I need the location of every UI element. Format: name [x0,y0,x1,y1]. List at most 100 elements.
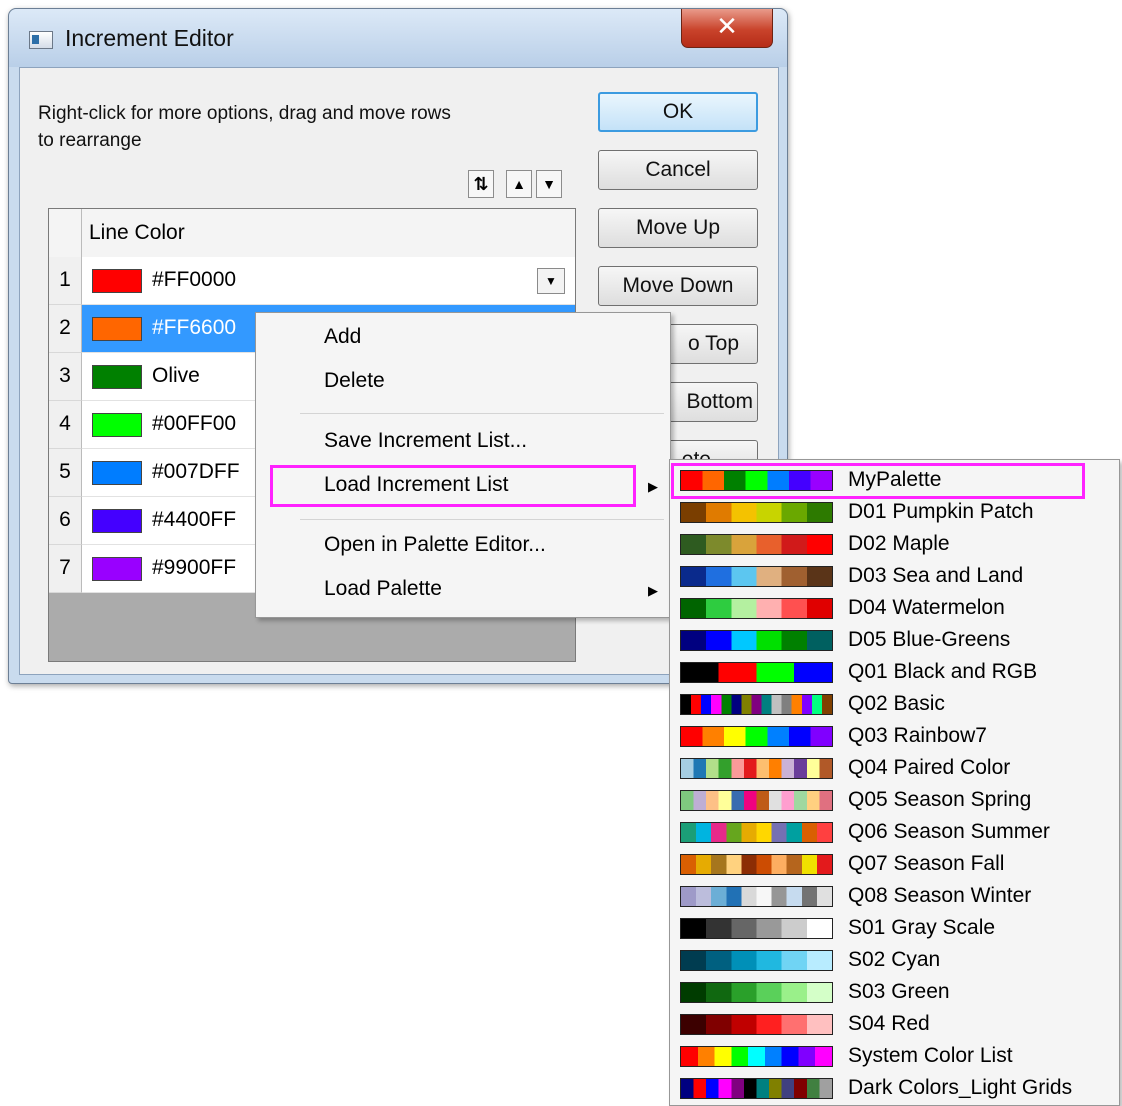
palette-item[interactable]: Q03 Rainbow7 [670,721,1119,753]
title-bar[interactable]: Increment Editor ✕ [9,9,787,67]
palette-item[interactable]: S02 Cyan [670,945,1119,977]
color-swatch [92,317,142,341]
palette-swatch [680,918,833,939]
palette-label: D01 Pumpkin Patch [848,500,1034,523]
palette-item[interactable]: S03 Green [670,977,1119,1009]
color-cell[interactable]: #FF0000 ▼ [82,257,575,305]
palette-item[interactable]: Q04 Paired Color [670,753,1119,785]
row-up-icon[interactable]: ▲ [506,170,532,198]
menu-item-open-in-palette-editor[interactable]: Open in Palette Editor... [324,533,546,557]
row-number[interactable]: 3 [49,353,82,401]
color-value: #9900FF [152,556,237,579]
move-down-button[interactable]: Move Down [598,266,758,306]
ok-button[interactable]: OK [598,92,758,132]
palette-item[interactable]: Q05 Season Spring [670,785,1119,817]
row-down-icon[interactable]: ▼ [536,170,562,198]
palette-label: S02 Cyan [848,948,941,971]
palette-swatch [680,886,833,907]
palette-swatch [680,758,833,779]
palette-swatch [680,726,833,747]
palette-swatch [680,1014,833,1035]
mypalette-highlight [671,463,1085,499]
color-value: #FF6600 [152,316,237,339]
palette-swatch [680,566,833,587]
color-value: Olive [152,364,200,387]
palette-swatch [680,854,833,875]
row-number[interactable]: 2 [49,305,82,353]
app-window-icon [29,31,53,49]
palette-item[interactable]: Q02 Basic [670,689,1119,721]
palette-swatch [680,790,833,811]
color-value: #00FF00 [152,412,237,435]
palette-item[interactable]: D01 Pumpkin Patch [670,497,1119,529]
row-number[interactable]: 1 [49,257,82,305]
palette-label: Q08 Season Winter [848,884,1032,907]
palette-item[interactable]: D02 Maple [670,529,1119,561]
palette-swatch [680,1046,833,1067]
window-title: Increment Editor [65,25,234,51]
palette-label: Q03 Rainbow7 [848,724,987,747]
row-number[interactable]: 4 [49,401,82,449]
palette-item[interactable]: S01 Gray Scale [670,913,1119,945]
palette-item[interactable]: Q07 Season Fall [670,849,1119,881]
palette-label: D03 Sea and Land [848,564,1024,587]
palette-label: System Color List [848,1044,1013,1067]
hint-text: Right-click for more options, drag and m… [38,103,451,151]
palette-swatch [680,822,833,843]
palette-label: D05 Blue-Greens [848,628,1011,651]
palette-item[interactable]: D03 Sea and Land [670,561,1119,593]
color-swatch [92,557,142,581]
palette-label: Q04 Paired Color [848,756,1011,779]
color-swatch [92,269,142,293]
menu-item-delete[interactable]: Delete [324,369,385,393]
color-swatch [92,461,142,485]
color-swatch [92,413,142,437]
column-header-line-color[interactable]: Line Color [89,221,185,245]
grid-corner [49,209,82,257]
palette-swatch [680,630,833,651]
color-value: #FF0000 [152,268,237,291]
palette-item[interactable]: System Color List [670,1041,1119,1073]
palette-swatch [680,982,833,1003]
palette-item[interactable]: Q01 Black and RGB [670,657,1119,689]
palette-label: D04 Watermelon [848,596,1005,619]
palette-swatch [680,950,833,971]
palette-item[interactable]: Q06 Season Summer [670,817,1119,849]
submenu-arrow-icon: ▶ [648,583,658,598]
palette-item[interactable]: D04 Watermelon [670,593,1119,625]
color-swatch [92,509,142,533]
menu-item-add[interactable]: Add [324,325,361,349]
palette-swatch [680,662,833,683]
row-number[interactable]: 6 [49,497,82,545]
row-number[interactable]: 7 [49,545,82,593]
menu-item-save-increment-list[interactable]: Save Increment List... [324,429,527,453]
move-up-button[interactable]: Move Up [598,208,758,248]
palette-item[interactable]: Q08 Season Winter [670,881,1119,913]
color-value: #007DFF [152,460,240,483]
menu-separator [300,519,664,520]
palette-label: Q07 Season Fall [848,852,1005,875]
menu-item-load-palette[interactable]: Load Palette [324,577,442,601]
cancel-button[interactable]: Cancel [598,150,758,190]
table-row[interactable]: 1 #FF0000 ▼ [49,257,575,305]
chevron-down-icon[interactable]: ▼ [537,268,565,294]
palette-label: Dark Colors_Light Grids [848,1076,1073,1099]
close-button[interactable]: ✕ [681,9,773,48]
palette-label: S01 Gray Scale [848,916,996,939]
palette-item[interactable]: Dark Colors_Light Grids [670,1073,1119,1105]
palette-label: Q05 Season Spring [848,788,1032,811]
palette-swatch [680,502,833,523]
palette-label: Q06 Season Summer [848,820,1050,843]
palette-label: S03 Green [848,980,950,1003]
palette-item[interactable]: S04 Red [670,1009,1119,1041]
palette-swatch [680,534,833,555]
palette-label: Q01 Black and RGB [848,660,1038,683]
palette-item[interactable]: D05 Blue-Greens [670,625,1119,657]
palette-submenu: MyPalette D01 Pumpkin Patch D02 Maple D03 S… [669,459,1120,1106]
palette-label: Q02 Basic [848,692,945,715]
row-number[interactable]: 5 [49,449,82,497]
palette-swatch [680,1078,833,1099]
sort-toggle-icon[interactable]: ⇅ [468,170,494,198]
color-swatch [92,365,142,389]
palette-swatch [680,694,833,715]
